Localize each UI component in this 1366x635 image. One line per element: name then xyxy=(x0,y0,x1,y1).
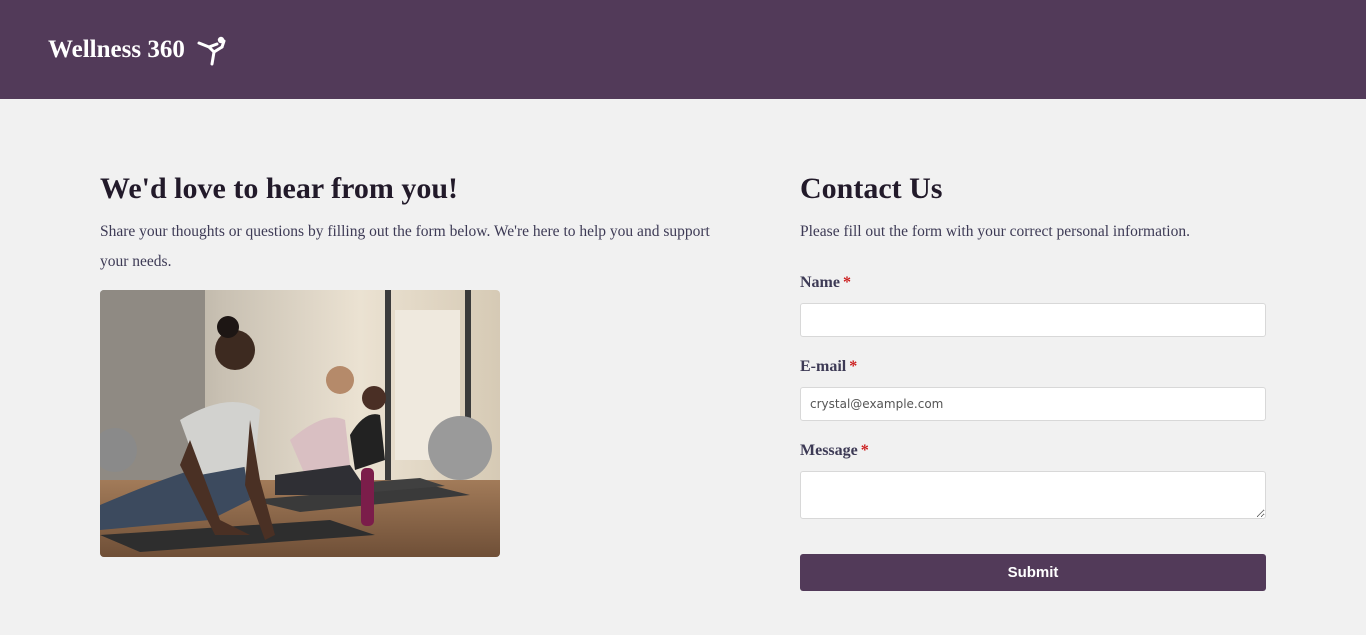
main-content: We'd love to hear from you! Share your t… xyxy=(0,99,1366,635)
email-label-text: E-mail xyxy=(800,358,847,375)
contact-heading: Contact Us xyxy=(800,172,943,205)
name-label-text: Name xyxy=(800,274,840,291)
intro-description: Share your thoughts or questions by fill… xyxy=(100,223,710,270)
required-mark: * xyxy=(860,442,869,459)
name-label: Name * xyxy=(800,273,1266,293)
message-label: Message * xyxy=(800,441,1266,461)
yoga-pose-icon xyxy=(197,36,226,65)
name-field-group: Name * xyxy=(800,273,1266,337)
message-textarea[interactable] xyxy=(800,471,1266,519)
required-mark: * xyxy=(849,358,858,375)
contact-description: Please fill out the form with your corre… xyxy=(800,223,1190,240)
intro-section: We'd love to hear from you! Share your t… xyxy=(100,171,740,557)
brand-name: Wellness 360 xyxy=(48,35,185,63)
message-label-text: Message xyxy=(800,442,858,459)
email-label: E-mail * xyxy=(800,357,1266,377)
brand-logo[interactable]: Wellness 360 xyxy=(48,33,229,67)
contact-section: Contact Us Please fill out the form with… xyxy=(800,171,1266,591)
site-header: Wellness 360 xyxy=(0,0,1366,99)
contact-form: Name* E-mail* Message* Submit xyxy=(800,273,1266,591)
email-input[interactable] xyxy=(800,387,1266,421)
required-mark: * xyxy=(842,274,851,291)
message-field-group: Message * xyxy=(800,441,1266,519)
name-input[interactable] xyxy=(800,303,1266,337)
submit-button[interactable]: Submit xyxy=(800,554,1266,591)
email-field-group: E-mail * xyxy=(800,357,1266,421)
intro-heading: We'd love to hear from you! xyxy=(100,172,459,205)
yoga-class-photo xyxy=(100,290,500,557)
